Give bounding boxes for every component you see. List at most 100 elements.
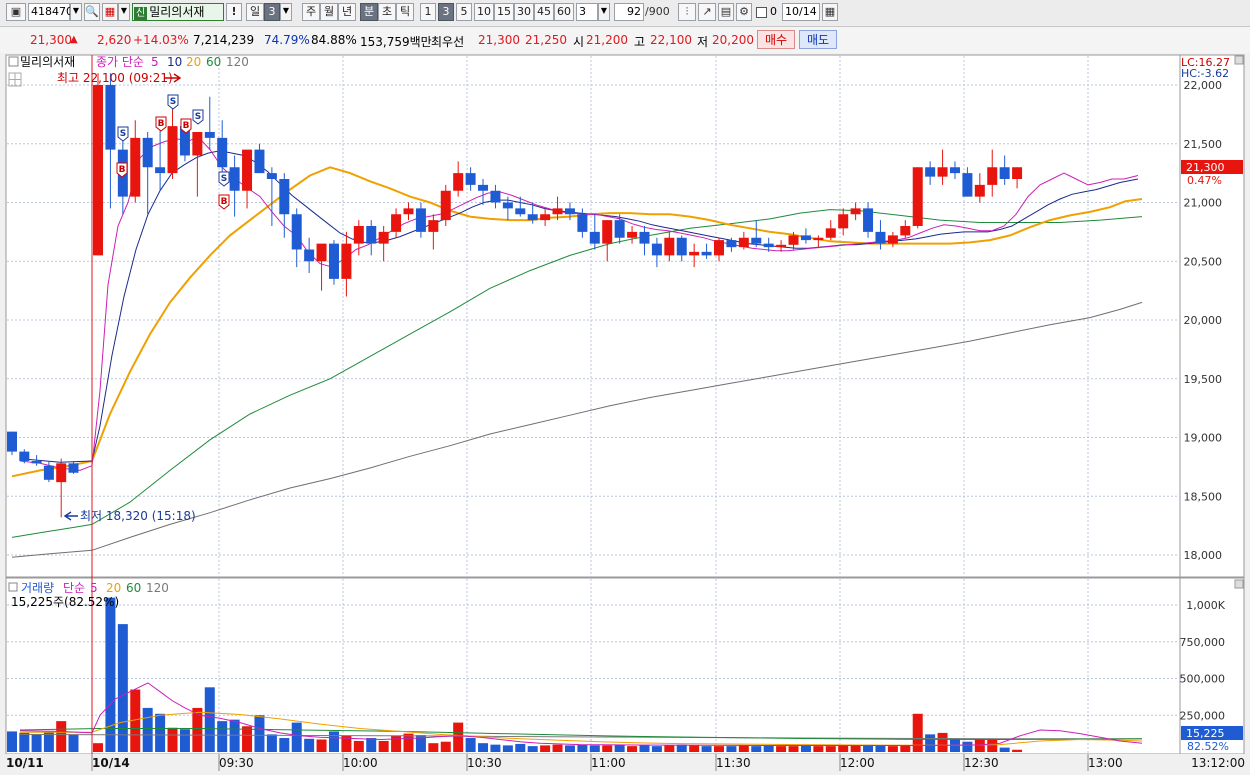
volume-bar bbox=[1012, 749, 1023, 752]
interval-30-button[interactable]: 30 bbox=[514, 3, 534, 21]
volume-maximize-icon[interactable] bbox=[1234, 579, 1244, 589]
volume-bar bbox=[142, 707, 153, 752]
settings-gear-icon[interactable]: ⚙ bbox=[736, 3, 752, 21]
volume-bar bbox=[714, 746, 724, 752]
volume-bar bbox=[552, 744, 563, 752]
candle-body bbox=[962, 173, 973, 197]
time-tick-label: 11:30 bbox=[716, 756, 751, 770]
interval-60-button[interactable]: 60 bbox=[554, 3, 574, 21]
interval-input[interactable]: 3 bbox=[576, 3, 598, 21]
volume-bar bbox=[887, 746, 898, 752]
low-annotation: 최저 18,320 (15:18) bbox=[80, 509, 196, 523]
time-tick-label: 13:00 bbox=[1088, 756, 1123, 770]
period-dropdown-icon[interactable]: ▼ bbox=[280, 3, 292, 21]
calendar-icon[interactable]: ▦ bbox=[822, 3, 838, 21]
group-dropdown-icon[interactable]: ▼ bbox=[118, 3, 130, 21]
buy-button[interactable]: 매수 bbox=[757, 30, 795, 49]
candle-body bbox=[763, 243, 774, 248]
line-tool-icon[interactable]: ↗ bbox=[698, 3, 716, 21]
candle-body bbox=[43, 465, 54, 480]
volume-bar bbox=[540, 745, 551, 752]
interval-5-button[interactable]: 5 bbox=[456, 3, 472, 21]
date-input[interactable]: 10/14 bbox=[782, 3, 820, 21]
volume-bar bbox=[353, 740, 364, 752]
time-tick-label: 12:00 bbox=[840, 756, 875, 770]
volume-bar bbox=[999, 747, 1010, 752]
volume-bar bbox=[117, 624, 128, 752]
candle-body bbox=[527, 214, 538, 221]
candle-body bbox=[403, 208, 414, 215]
signal-letter: S bbox=[195, 112, 201, 122]
volume-bar bbox=[925, 734, 936, 752]
interval-1-button[interactable]: 1 bbox=[420, 3, 436, 21]
stock-code-input[interactable]: 418470 bbox=[28, 3, 73, 21]
stock-chart[interactable]: 22,000 21,500 21,000 20,500 20,000 19,500 19,0… bbox=[0, 53, 1250, 775]
volume-bar bbox=[962, 741, 973, 752]
signal-letter: B bbox=[221, 197, 228, 207]
period-year-button[interactable]: 년 bbox=[338, 3, 356, 21]
panel-maximize-icon[interactable] bbox=[1234, 55, 1244, 65]
volume-current-text: 15,225주(82.52%) bbox=[11, 595, 119, 609]
candle-body bbox=[813, 237, 824, 241]
volume-bar bbox=[31, 734, 42, 752]
volume-bar bbox=[813, 746, 824, 752]
candle-body bbox=[714, 240, 724, 256]
volume-ratio-2: 84.88% bbox=[311, 33, 357, 47]
interval-3-button[interactable]: 3 bbox=[438, 3, 454, 21]
code-dropdown-icon[interactable]: ▼ bbox=[70, 3, 82, 21]
count-input[interactable]: 92 bbox=[614, 3, 644, 21]
period-day-button[interactable]: 일 bbox=[246, 3, 264, 21]
volume-bar bbox=[328, 731, 339, 752]
volume-bar bbox=[838, 745, 849, 752]
sell-button[interactable]: 매도 bbox=[799, 30, 837, 49]
volume-bar bbox=[56, 721, 67, 752]
candle-body bbox=[378, 231, 389, 244]
vol-ma120-label: 120 bbox=[146, 581, 169, 595]
volume-bar bbox=[68, 734, 79, 752]
candle-body bbox=[31, 461, 42, 464]
volume-bar bbox=[875, 745, 886, 752]
volume-bar bbox=[453, 722, 464, 752]
candle-body bbox=[291, 214, 302, 250]
price-tick-label: 20,000 bbox=[1184, 314, 1223, 327]
candle-body bbox=[428, 220, 439, 232]
candle-type-icon[interactable]: ⫶ bbox=[678, 3, 696, 21]
current-price: 21,300 bbox=[30, 33, 72, 47]
stock-group-icon[interactable]: ▦ bbox=[102, 3, 118, 21]
volume-bar bbox=[391, 735, 402, 752]
candle-body bbox=[838, 214, 849, 229]
volume-pct-label: 82.52% bbox=[1187, 740, 1229, 753]
volume-panel[interactable] bbox=[5, 577, 1181, 755]
volume-bar bbox=[502, 745, 513, 752]
signal-letter: B bbox=[158, 119, 165, 129]
time-tick-label: 12:30 bbox=[964, 756, 999, 770]
interval-10-button[interactable]: 10 bbox=[474, 3, 494, 21]
warning-button[interactable]: ! bbox=[226, 3, 242, 21]
vol-ma60-label: 60 bbox=[126, 581, 141, 595]
interval-dropdown-icon[interactable]: ▼ bbox=[598, 3, 610, 21]
volume-bar bbox=[738, 745, 749, 752]
candle-body bbox=[105, 85, 116, 150]
volume-tick-label: 250,000 bbox=[1180, 709, 1226, 722]
interval-45-button[interactable]: 45 bbox=[534, 3, 554, 21]
candle-body bbox=[676, 237, 687, 256]
unit-second-button[interactable]: 초 bbox=[378, 3, 396, 21]
candle-body bbox=[627, 231, 638, 238]
candle-body bbox=[478, 184, 489, 191]
stock-name-field[interactable]: 신 밀리의서재 bbox=[132, 3, 224, 21]
trade-amount: 153,759백만 bbox=[360, 35, 432, 49]
search-icon[interactable]: 🔍 bbox=[84, 3, 100, 21]
period-month-button[interactable]: 월 bbox=[320, 3, 338, 21]
interval-15-button[interactable]: 15 bbox=[494, 3, 514, 21]
period-day-count[interactable]: 3 bbox=[264, 3, 280, 21]
volume-bar bbox=[465, 738, 476, 752]
checkbox[interactable] bbox=[756, 7, 767, 18]
open-label: 시 bbox=[573, 35, 585, 49]
candle-body bbox=[304, 249, 315, 262]
window-menu-icon[interactable]: ▣ bbox=[6, 3, 26, 21]
unit-minute-button[interactable]: 분 bbox=[360, 3, 378, 21]
period-week-button[interactable]: 주 bbox=[302, 3, 320, 21]
unit-tick-button[interactable]: 틱 bbox=[396, 3, 414, 21]
save-icon[interactable]: ▤ bbox=[718, 3, 734, 21]
toolbar: ▣ 418470 ▼ 🔍 ▦ ▼ 신 밀리의서재 ! 일 3 ▼ 주 월 년 분 … bbox=[0, 0, 1250, 27]
